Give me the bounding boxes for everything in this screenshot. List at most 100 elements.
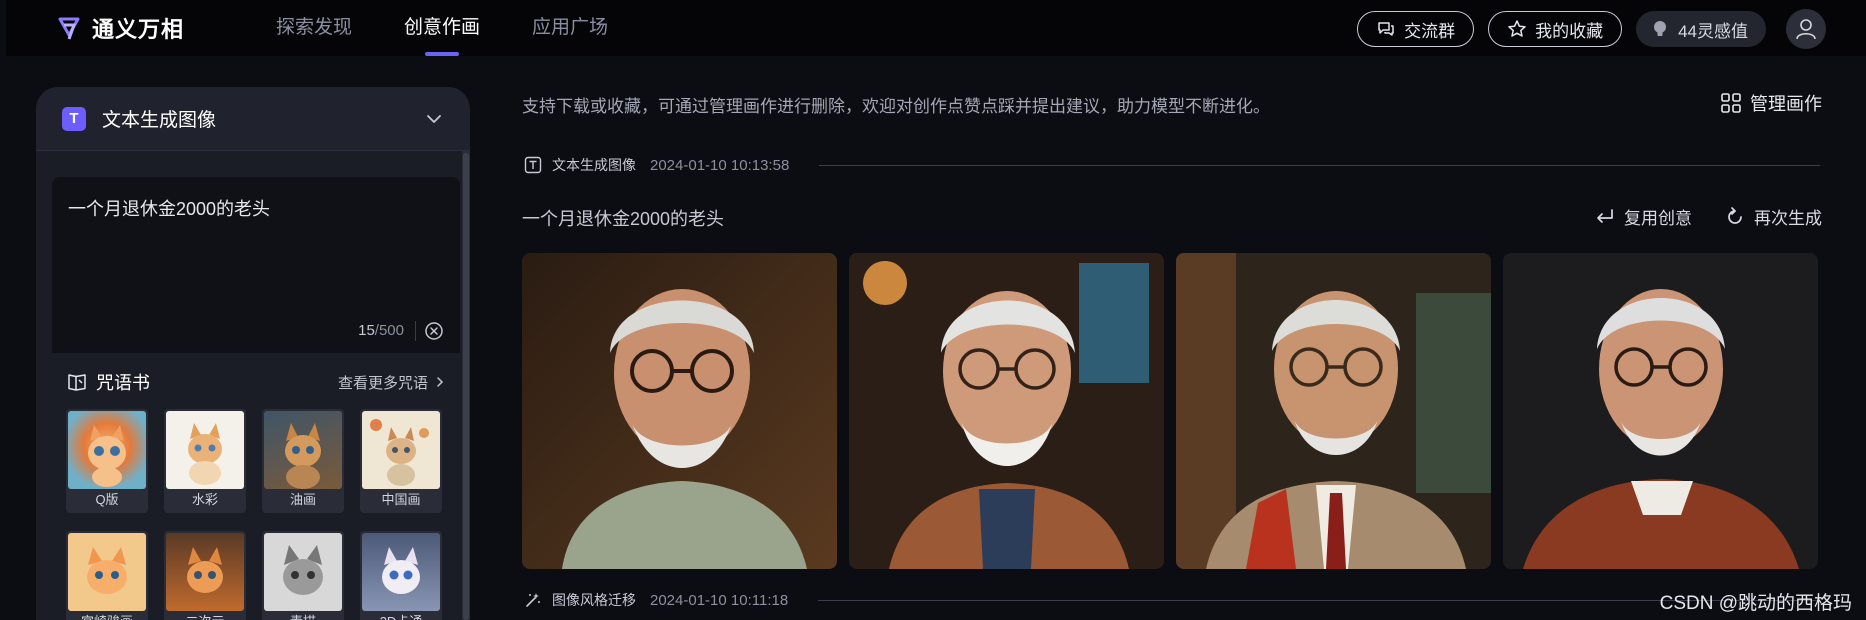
star-icon	[1508, 20, 1526, 37]
style-label: 素描	[262, 611, 344, 620]
record-time: 2024-01-10 10:11:18	[650, 591, 789, 609]
my-favorites-label: 我的收藏	[1535, 21, 1604, 41]
record-prompt: 一个月退休金2000的老头	[522, 209, 725, 229]
style-label: 油画	[289, 492, 316, 507]
grid-icon	[1721, 93, 1741, 113]
my-favorites-button[interactable]: 我的收藏	[1488, 11, 1623, 47]
spellbook-more-link[interactable]: 查看更多咒语	[338, 372, 446, 393]
generated-image-2[interactable]	[849, 253, 1164, 569]
style-label: 中国画	[381, 492, 421, 507]
chat-bubble-icon	[1378, 22, 1394, 36]
app-logo[interactable]: 通义万相	[54, 12, 184, 44]
tongyi-logo-icon	[58, 17, 80, 40]
spellbook-header: 咒语书 查看更多咒语	[66, 367, 446, 397]
community-group-button[interactable]: 交流群	[1357, 11, 1475, 47]
character-counter: 15/500	[358, 322, 404, 339]
generated-images	[522, 253, 1818, 569]
counter-divider	[415, 321, 416, 341]
cat-illustration-icon	[88, 425, 126, 487]
generated-image-4[interactable]	[1503, 253, 1818, 569]
style-thumbnail	[68, 533, 146, 611]
usage-hint: 支持下载或收藏，可通过管理画作进行删除，欢迎对创作点赞点踩并提出建议，助力模型不…	[522, 97, 1270, 116]
style-label: 3D卡通	[360, 611, 442, 620]
main-nav: 探索发现 创意作画 应用广场	[276, 0, 608, 56]
user-icon	[1796, 19, 1816, 40]
record-type: 图像风格迁移	[552, 592, 636, 608]
watermark: CSDN @跳动的西格玛	[1659, 593, 1852, 614]
style-label: 二次元	[164, 611, 246, 620]
generation-panel: T 文本生成图像 一个月退休金2000的老头 15/500 咒语书 查看更多咒语	[36, 87, 470, 620]
style-thumbnail	[362, 533, 440, 611]
style-label: 宫崎骏画	[66, 611, 148, 620]
generated-image-3[interactable]	[1176, 253, 1491, 569]
cat-illustration-icon	[283, 545, 323, 595]
cat-illustration-icon	[370, 419, 429, 486]
app-name: 通义万相	[92, 17, 185, 42]
manage-artworks-label: 管理画作	[1750, 94, 1822, 114]
generation-mode-selector[interactable]: T 文本生成图像	[36, 87, 470, 151]
reuse-idea-label: 复用创意	[1624, 209, 1692, 228]
cat-illustration-icon	[382, 547, 420, 594]
style-thumbnail	[68, 411, 146, 489]
regenerate-button[interactable]: 再次生成	[1724, 204, 1822, 229]
nav-tab-apps[interactable]: 应用广场	[532, 0, 608, 56]
character-count-max: /500	[374, 322, 404, 339]
nav-tab-create[interactable]: 创意作画	[404, 0, 480, 56]
text-mode-icon	[524, 156, 542, 174]
old-man-portrait-image	[1503, 253, 1818, 569]
style-thumbnail	[166, 411, 244, 489]
nav-tab-explore[interactable]: 探索发现	[276, 0, 352, 56]
cat-illustration-icon	[188, 423, 222, 485]
reuse-idea-button[interactable]: 复用创意	[1594, 204, 1692, 229]
cat-illustration-icon	[187, 547, 223, 593]
style-preset-q-version[interactable]: Q版	[66, 409, 148, 513]
chevron-down-icon[interactable]	[424, 109, 444, 129]
style-preset-sketch[interactable]: 素描	[262, 531, 344, 620]
book-icon	[68, 374, 86, 391]
style-thumbnail	[166, 533, 244, 611]
return-arrow-icon	[1597, 208, 1613, 223]
style-preset-watercolor[interactable]: 水彩	[164, 409, 246, 513]
lightbulb-icon	[1654, 21, 1667, 36]
generated-image-1[interactable]	[522, 253, 837, 569]
style-preset-oil-painting[interactable]: 油画	[262, 409, 344, 513]
style-preset-ghibli[interactable]: 宫崎骏画	[66, 531, 148, 620]
record-header: 文本生成图像 2024-01-10 10:13:58	[524, 155, 1820, 175]
manage-artworks-button[interactable]: 管理画作	[1720, 90, 1822, 116]
regenerate-label: 再次生成	[1754, 209, 1822, 228]
style-preset-grid: Q版 水彩 油画 中国画 宫崎骏画	[66, 409, 442, 620]
text-mode-badge: T	[62, 106, 86, 131]
style-label: 水彩	[191, 492, 218, 507]
style-preset-anime[interactable]: 二次元	[164, 531, 246, 620]
prompt-input[interactable]: 一个月退休金2000的老头 15/500	[52, 177, 460, 353]
cat-illustration-icon	[285, 423, 321, 489]
record-header: 图像风格迁移 2024-01-10 10:11:18	[524, 590, 1820, 610]
inspiration-points[interactable]: 44灵感值	[1636, 11, 1766, 47]
record-time: 2024-01-10 10:13:58	[650, 156, 790, 174]
community-group-label: 交流群	[1404, 21, 1456, 41]
prompt-text[interactable]: 一个月退休金2000的老头	[68, 195, 270, 221]
top-actions: 交流群 我的收藏 44灵感值	[1357, 9, 1826, 49]
style-label: Q版	[95, 492, 119, 507]
cat-illustration-icon	[87, 547, 127, 594]
record-actions: 复用创意 再次生成	[1594, 204, 1822, 229]
magic-wand-icon	[526, 593, 540, 607]
style-thumbnail	[264, 533, 342, 611]
record-divider	[819, 164, 1820, 166]
refresh-icon	[1728, 206, 1742, 224]
style-preset-chinese-painting[interactable]: 中国画	[360, 409, 442, 513]
chevron-right-icon	[437, 377, 444, 387]
old-man-portrait-image	[849, 253, 1164, 569]
user-avatar[interactable]	[1786, 9, 1826, 49]
inspiration-points-label: 44灵感值	[1678, 21, 1748, 41]
spellbook-title: 咒语书	[96, 373, 150, 393]
style-preset-3d-cartoon[interactable]: 3D卡通	[360, 531, 442, 620]
spellbook-more-label: 查看更多咒语	[337, 374, 428, 392]
character-count-current: 15	[358, 322, 375, 339]
clear-prompt-icon[interactable]	[424, 321, 444, 341]
old-man-portrait-image	[522, 253, 837, 569]
top-navigation-bar: 通义万相 探索发现 创意作画 应用广场 交流群 我的收藏 44灵感值	[6, 0, 1866, 56]
generation-mode-title: 文本生成图像	[102, 110, 217, 131]
old-man-portrait-image	[1176, 253, 1491, 569]
panel-scrollbar-thumb[interactable]	[463, 153, 469, 620]
